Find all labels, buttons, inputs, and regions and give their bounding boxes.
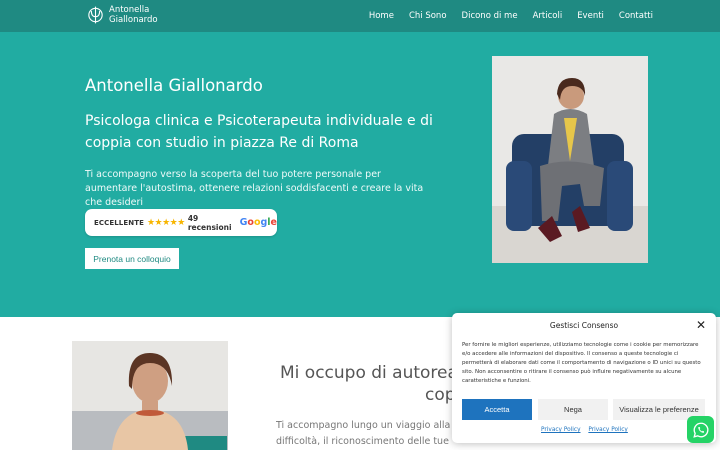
main-nav: Home Chi Sono Dicono di me Articoli Even… — [354, 11, 653, 21]
close-icon[interactable]: ✕ — [696, 318, 706, 332]
hero-portrait-photo — [492, 56, 648, 263]
nav-eventi[interactable]: Eventi — [577, 11, 604, 21]
consent-title: Gestisci Consenso — [549, 321, 619, 330]
hero-subtitle: Psicologa clinica e Psicoterapeuta indiv… — [85, 113, 433, 151]
accept-button[interactable]: Accetta — [462, 399, 532, 420]
site-header: Antonella Giallonardo Home Chi Sono Dico… — [0, 0, 720, 32]
google-reviews-badge[interactable]: ECCELLENTE ★★★★★ 49 recensioni Google — [85, 209, 277, 236]
hero-section: Antonella Giallonardo Psicologa clinica … — [0, 32, 720, 317]
privacy-policy-link[interactable]: Privacy Policy — [541, 427, 581, 433]
google-logo: Google — [239, 217, 277, 228]
section-title: Mi occupo di autorealiz — [280, 363, 477, 383]
brand-name-line1: Antonella — [109, 5, 150, 15]
section-text-line1: Ti accompagno lungo un viaggio alla sco — [276, 420, 456, 431]
section-text: Ti accompagno lungo un viaggio alla sco … — [276, 418, 456, 450]
psi-logo-icon — [88, 6, 103, 24]
brand-name-line2: Giallonardo — [109, 15, 158, 25]
nav-contatti[interactable]: Contatti — [619, 11, 653, 21]
privacy-policy-link-2[interactable]: Privacy Policy — [588, 427, 628, 433]
rating-label: ECCELLENTE — [94, 218, 144, 227]
whatsapp-button[interactable] — [687, 416, 714, 443]
section-text-line2: difficoltà, il riconoscimento delle tue — [276, 436, 449, 447]
nav-articoli[interactable]: Articoli — [533, 11, 563, 21]
consent-links: Privacy Policy Privacy Policy — [541, 427, 634, 433]
consent-description: Per fornire le migliori esperienze, util… — [462, 342, 701, 384]
hero-description: Ti accompagno verso la scoperta del tuo … — [85, 169, 424, 208]
brand-name: Antonella Giallonardo — [109, 5, 158, 25]
section-title-continued: cop — [425, 385, 456, 405]
site-logo[interactable]: Antonella Giallonardo — [87, 5, 158, 25]
whatsapp-icon — [692, 422, 708, 438]
cookie-consent-dialog: Gestisci Consenso ✕ Per fornire le migli… — [452, 313, 716, 443]
deny-button[interactable]: Nega — [538, 399, 608, 420]
hero-title: Antonella Giallonardo — [85, 76, 263, 95]
star-rating-icon: ★★★★★ — [146, 217, 185, 228]
nav-dicono-di-me[interactable]: Dicono di me — [462, 11, 518, 21]
review-count: 49 recensioni — [187, 213, 232, 232]
nav-home[interactable]: Home — [369, 11, 394, 21]
about-portrait-photo — [72, 341, 228, 450]
book-session-button[interactable]: Prenota un colloquio — [85, 248, 179, 269]
nav-chi-sono[interactable]: Chi Sono — [409, 11, 447, 21]
